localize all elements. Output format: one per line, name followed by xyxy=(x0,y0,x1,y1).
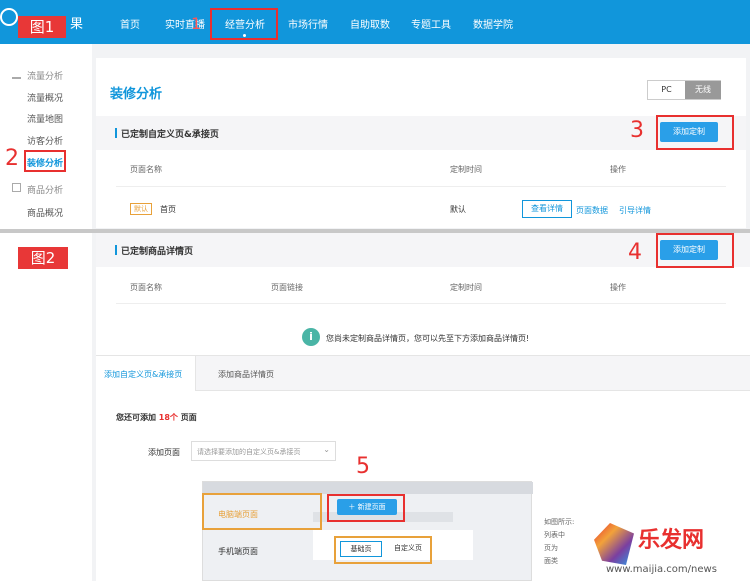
sidebar-item-traffic-overview[interactable]: 流量概况 xyxy=(27,91,63,104)
col-custom-time: 定制时间 xyxy=(450,165,482,174)
detail-col-page-name: 页面名称 xyxy=(130,283,162,292)
row-custom-time: 默认 xyxy=(450,205,466,214)
step-5: 5 xyxy=(356,454,370,479)
detail-pages-header xyxy=(96,233,750,267)
tab-add-custom-page[interactable]: 添加自定义页&承接页 xyxy=(96,356,196,391)
sidebar-group-products: 商品分析 xyxy=(27,186,64,196)
custom-pages-title: 已定制自定义页&承接页 xyxy=(115,127,219,140)
page-title: 装修分析 xyxy=(110,87,163,102)
preview-note-2: 列表中 xyxy=(544,531,565,539)
toggle-pc[interactable]: PC xyxy=(648,81,685,99)
step-2: 2 xyxy=(5,146,19,171)
nav-item-home[interactable]: 首页 xyxy=(120,16,140,31)
sidebar-group-traffic: 流量分析 xyxy=(27,72,64,82)
platform-toggle: PC 无线 xyxy=(647,80,721,100)
detail-pages-title: 已定制商品详情页 xyxy=(114,244,193,257)
info-icon: i xyxy=(302,328,320,346)
brand-logo-text: 果 xyxy=(70,17,84,32)
tab-add-detail-page-label: 添加商品详情页 xyxy=(218,370,274,379)
preview-note-3: 页为 xyxy=(544,544,558,552)
remaining-text: 您还可添加 18个 页面 xyxy=(116,413,197,422)
add-page-select[interactable]: 请选择要添加的自定义页&承接页 ⌄ xyxy=(191,441,336,461)
nav-item-market[interactable]: 市场行情 xyxy=(288,16,328,31)
tab-add-detail-page[interactable]: 添加商品详情页 xyxy=(196,356,750,391)
highlight-business-tab xyxy=(210,8,278,40)
chevron-down-icon: ⌄ xyxy=(323,445,330,454)
watermark-url: www.maijia.com/news xyxy=(606,564,717,575)
highlight-add-custom-1 xyxy=(656,115,734,150)
add-page-label: 添加页面 xyxy=(148,448,180,457)
chart-icon xyxy=(12,70,21,79)
main-panel-top: 装修分析 PC 无线 已定制自定义页&承接页 添加定制 页面名称 定制时间 操作… xyxy=(96,58,746,228)
top-nav: 果 首页 实时直播 经营分析 市场行情 自助取数 专题工具 数据学院 xyxy=(0,0,750,44)
col-page-name: 页面名称 xyxy=(130,165,162,174)
row-page-name: 首页 xyxy=(160,205,176,214)
detail-col-custom-time: 定制时间 xyxy=(450,283,482,292)
step-1: 1 xyxy=(191,14,202,33)
empty-message: 您尚未定制商品详情页，您可以先至下方添加商品详情页! xyxy=(326,334,530,343)
nav-item-academy[interactable]: 数据学院 xyxy=(473,16,513,31)
figure-2-label: 图2 xyxy=(18,247,68,269)
view-details-button[interactable]: 查看详情 xyxy=(522,200,572,218)
figure-1-label: 图1 xyxy=(18,16,66,38)
col-actions: 操作 xyxy=(610,165,626,174)
preview-note-1: 如图所示: xyxy=(544,518,575,526)
row-divider xyxy=(116,186,726,187)
logo-icon xyxy=(0,8,18,26)
highlight-new-page xyxy=(327,494,405,522)
mobile-page-item: 手机端页面 xyxy=(218,547,258,556)
detail-col-actions: 操作 xyxy=(610,283,626,292)
guide-details-link[interactable]: 引导详情 xyxy=(619,205,651,216)
highlight-decoration-item xyxy=(24,150,66,172)
sidebar-item-product-overview[interactable]: 商品概况 xyxy=(27,206,63,219)
add-page-placeholder: 请选择要添加的自定义页&承接页 xyxy=(197,448,301,456)
detail-col-page-link: 页面链接 xyxy=(271,283,303,292)
nav-item-self-query[interactable]: 自助取数 xyxy=(350,16,390,31)
tab-add-custom-page-label: 添加自定义页&承接页 xyxy=(104,370,183,379)
default-badge: 默认 xyxy=(130,203,152,215)
highlight-page-tabs xyxy=(334,536,432,564)
box-icon xyxy=(12,183,21,192)
step-4: 4 xyxy=(628,240,642,265)
highlight-desktop-item xyxy=(202,493,322,530)
toggle-wireless[interactable]: 无线 xyxy=(685,81,721,99)
sidebar-item-traffic-map[interactable]: 流量地图 xyxy=(27,112,63,125)
highlight-add-custom-2 xyxy=(656,233,734,268)
page-data-link[interactable]: 页面数据 xyxy=(576,205,608,216)
sidebar: 流量分析 流量概况 流量地图 访客分析 装修分析 商品分析 商品概况 xyxy=(0,44,92,229)
detail-divider xyxy=(116,303,726,304)
preview-note-4: 面类 xyxy=(544,557,558,565)
sidebar-item-visitor-analysis[interactable]: 访客分析 xyxy=(27,134,63,147)
step-3: 3 xyxy=(630,118,644,143)
nav-item-tools[interactable]: 专题工具 xyxy=(411,16,451,31)
sidebar-lower xyxy=(0,233,92,581)
watermark-logo-text: 乐发网 xyxy=(638,528,705,553)
